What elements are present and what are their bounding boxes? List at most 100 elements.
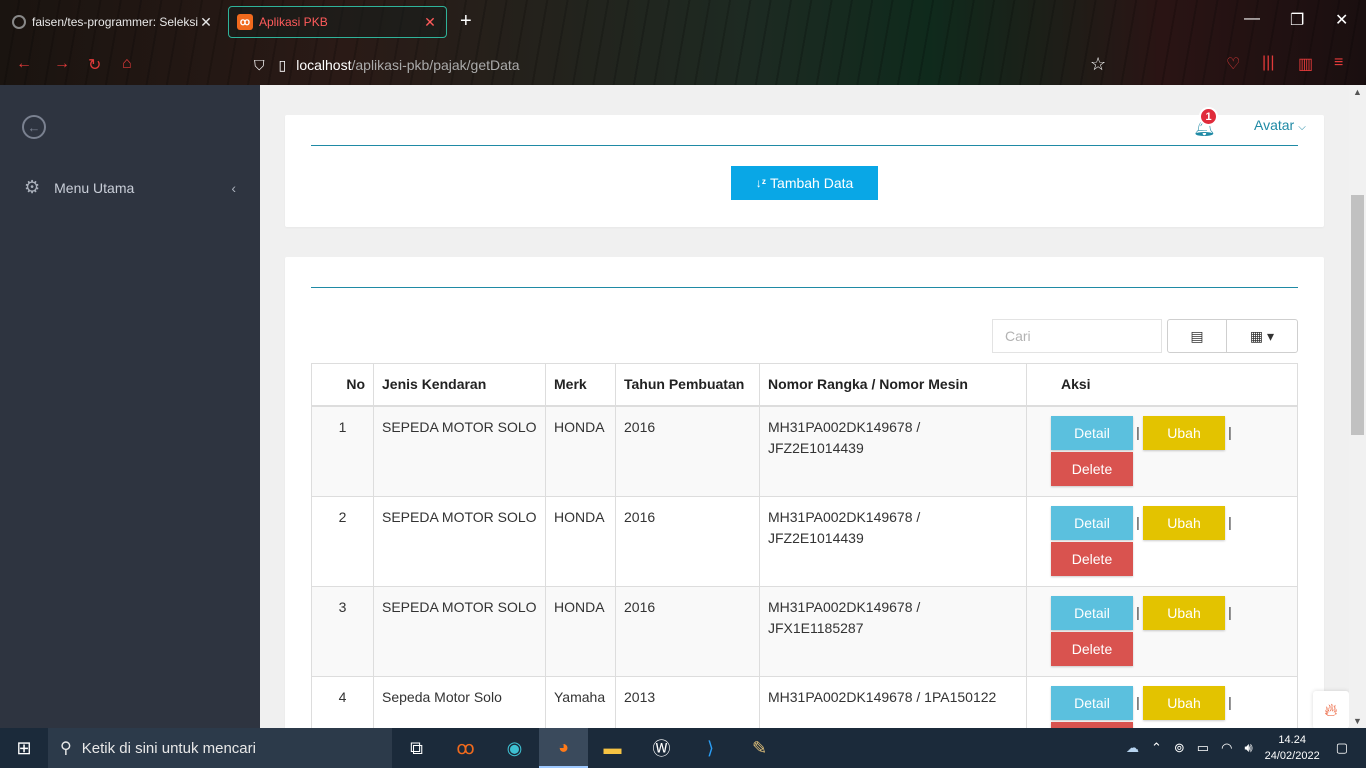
cell-aksi: Detail|Ubah| Delete — [1026, 675, 1298, 728]
library-icon[interactable]: ||| — [1262, 54, 1274, 72]
minimize-icon[interactable]: — — [1244, 10, 1260, 28]
separator: | — [1228, 693, 1232, 710]
sidebar: ← ⚙ Menu Utama ‹ — [0, 85, 260, 728]
reader-icon[interactable]: ▥ — [1298, 54, 1313, 74]
cell-jenis: SEPEDA MOTOR SOLO — [373, 495, 546, 587]
reload-icon[interactable]: ↻ — [88, 55, 101, 75]
sort-icon: ↓ᶻ — [755, 176, 767, 190]
edge-icon[interactable]: ◉ — [490, 728, 539, 768]
cell-nomor: MH31PA002DK149678 / JFZ2E1014439 — [759, 405, 1027, 497]
network-icon[interactable]: ⊚ — [1174, 740, 1185, 756]
task-view-icon[interactable]: ⧉ — [392, 728, 441, 768]
chevron-up-icon[interactable]: ⌃ — [1151, 740, 1162, 756]
scroll-up-icon[interactable]: ▲ — [1349, 87, 1366, 97]
page-scrollbar[interactable]: ▲ ▼ — [1349, 85, 1366, 728]
column-header-tahun[interactable]: Tahun Pembuatan — [615, 363, 760, 407]
forward-icon[interactable]: → — [54, 55, 70, 73]
cell-tahun: 2013 — [615, 675, 760, 728]
cell-no: 4 — [311, 675, 374, 728]
column-header-aksi: Aksi — [1026, 363, 1298, 407]
chevron-left-icon: ‹ — [231, 179, 236, 196]
cell-no: 3 — [311, 585, 374, 677]
separator: | — [1136, 603, 1140, 620]
scroll-down-icon[interactable]: ▼ — [1349, 716, 1366, 726]
chevron-down-icon: ⌵ — [1298, 122, 1306, 133]
separator: | — [1136, 513, 1140, 530]
xampp-taskbar-icon[interactable]: ꝏ — [441, 728, 490, 768]
avatar-menu[interactable]: Avatar ⌵ — [1254, 117, 1306, 133]
avatar-label: Avatar — [1254, 117, 1295, 133]
main-content: 🔔︎ 1 Avatar⌵ ↓ᶻ Tambah Data ▤ ▦ ▾ No Jen… — [260, 85, 1349, 728]
edit-button[interactable]: Ubah — [1143, 685, 1225, 720]
gear-icon: ⚙ — [24, 177, 41, 197]
separator: | — [1228, 423, 1232, 440]
vscode-icon[interactable]: ⟩ — [686, 728, 735, 768]
wps-icon[interactable]: Ⓦ — [637, 728, 686, 768]
column-header-nomor[interactable]: Nomor Rangka / Nomor Mesin — [759, 363, 1027, 407]
toggle-view-button[interactable]: ▤ — [1167, 319, 1227, 353]
bookmark-star-icon[interactable]: ☆ — [1090, 54, 1106, 75]
detail-button[interactable]: Detail — [1051, 415, 1133, 450]
clock-time: 14.24 — [1278, 734, 1306, 746]
paint-icon[interactable]: ✎ — [735, 728, 784, 768]
back-icon[interactable]: ← — [16, 55, 32, 73]
browser-tab-github[interactable]: faisen/tes-programmer: Seleksi ✕ — [12, 6, 222, 38]
system-tray: ☁ ⌃ ⊚ ▭ ◠ 🔊︎ 14.24 24/02/2022 ▢ — [1120, 728, 1366, 768]
delete-button[interactable]: Delete — [1051, 451, 1133, 486]
divider — [311, 287, 1298, 288]
restore-icon[interactable]: ❐ — [1290, 10, 1304, 30]
home-icon[interactable]: ⌂ — [122, 55, 132, 73]
menu-icon[interactable]: ≡ — [1334, 54, 1343, 72]
clock-date: 24/02/2022 — [1264, 750, 1320, 762]
weather-icon[interactable]: ☁ — [1126, 740, 1139, 756]
taskbar-search[interactable]: ⚲ Ketik di sini untuk mencari — [48, 728, 392, 768]
delete-button[interactable]: Delete — [1051, 631, 1133, 666]
columns-button[interactable]: ▦ ▾ — [1226, 319, 1298, 353]
close-window-icon[interactable]: ✕ — [1335, 10, 1348, 30]
cell-jenis: Sepeda Motor Solo — [373, 675, 546, 728]
scrollbar-thumb[interactable] — [1351, 195, 1364, 435]
detail-button[interactable]: Detail — [1051, 595, 1133, 630]
data-table: No Jenis Kendaran Merk Tahun Pembuatan N… — [311, 363, 1298, 728]
detail-button[interactable]: Detail — [1051, 505, 1133, 540]
cell-aksi: Detail|Ubah| Delete — [1026, 585, 1298, 677]
column-header-merk[interactable]: Merk — [545, 363, 616, 407]
header-card: 🔔︎ 1 Avatar ⌵ ↓ᶻ Tambah Data — [285, 107, 1324, 227]
battery-icon[interactable]: ▭ — [1197, 740, 1209, 756]
firefox-icon[interactable]: ◕ — [539, 728, 588, 768]
file-explorer-icon[interactable]: ▬ — [588, 728, 637, 768]
notifications-icon[interactable]: ▢ — [1336, 740, 1348, 756]
pocket-icon[interactable]: ♡ — [1226, 54, 1240, 74]
search-input[interactable] — [992, 319, 1162, 353]
close-icon[interactable]: ✕ — [422, 14, 438, 31]
xampp-icon: ꝏ — [237, 14, 253, 30]
add-data-label: Tambah Data — [770, 175, 854, 191]
cell-aksi: Detail|Ubah| Delete — [1026, 495, 1298, 587]
close-icon[interactable]: ✕ — [198, 14, 214, 31]
new-tab-button[interactable]: + — [460, 10, 472, 33]
detail-button[interactable]: Detail — [1051, 685, 1133, 720]
column-header-jenis[interactable]: Jenis Kendaran — [373, 363, 546, 407]
cell-no: 2 — [311, 495, 374, 587]
cell-nomor: MH31PA002DK149678 / JFZ2E1014439 — [759, 495, 1027, 587]
address-bar[interactable]: ⛉ ▯ localhost/aplikasi-pkb/pajak/getData — [254, 50, 1134, 80]
edit-button[interactable]: Ubah — [1143, 415, 1225, 450]
clock[interactable]: 14.24 24/02/2022 — [1265, 732, 1320, 764]
delete-button[interactable]: Delete — [1051, 541, 1133, 576]
sidebar-item-label: Menu Utama — [54, 179, 135, 196]
sidebar-item-menu-utama[interactable]: ⚙ Menu Utama ‹ — [24, 177, 236, 198]
browser-tab-aplikasi-pkb[interactable]: ꝏ Aplikasi PKB ✕ — [228, 6, 447, 38]
edit-button[interactable]: Ubah — [1143, 595, 1225, 630]
codeigniter-toolbar-icon[interactable]: 🔥︎ — [1313, 691, 1349, 728]
add-data-button[interactable]: ↓ᶻ Tambah Data — [731, 166, 878, 200]
cell-merk: HONDA — [545, 495, 616, 587]
volume-icon[interactable]: 🔊︎ — [1244, 740, 1252, 756]
table-row: 4 Sepeda Motor Solo Yamaha 2013 MH31PA00… — [311, 675, 1298, 728]
column-header-no[interactable]: No — [311, 363, 374, 407]
separator: | — [1136, 423, 1140, 440]
edit-button[interactable]: Ubah — [1143, 505, 1225, 540]
sidebar-back-icon[interactable]: ← — [22, 115, 46, 139]
wifi-icon[interactable]: ◠ — [1221, 740, 1232, 756]
url-host: localhost — [296, 57, 352, 73]
windows-start-icon[interactable]: ⊞ — [0, 728, 48, 768]
